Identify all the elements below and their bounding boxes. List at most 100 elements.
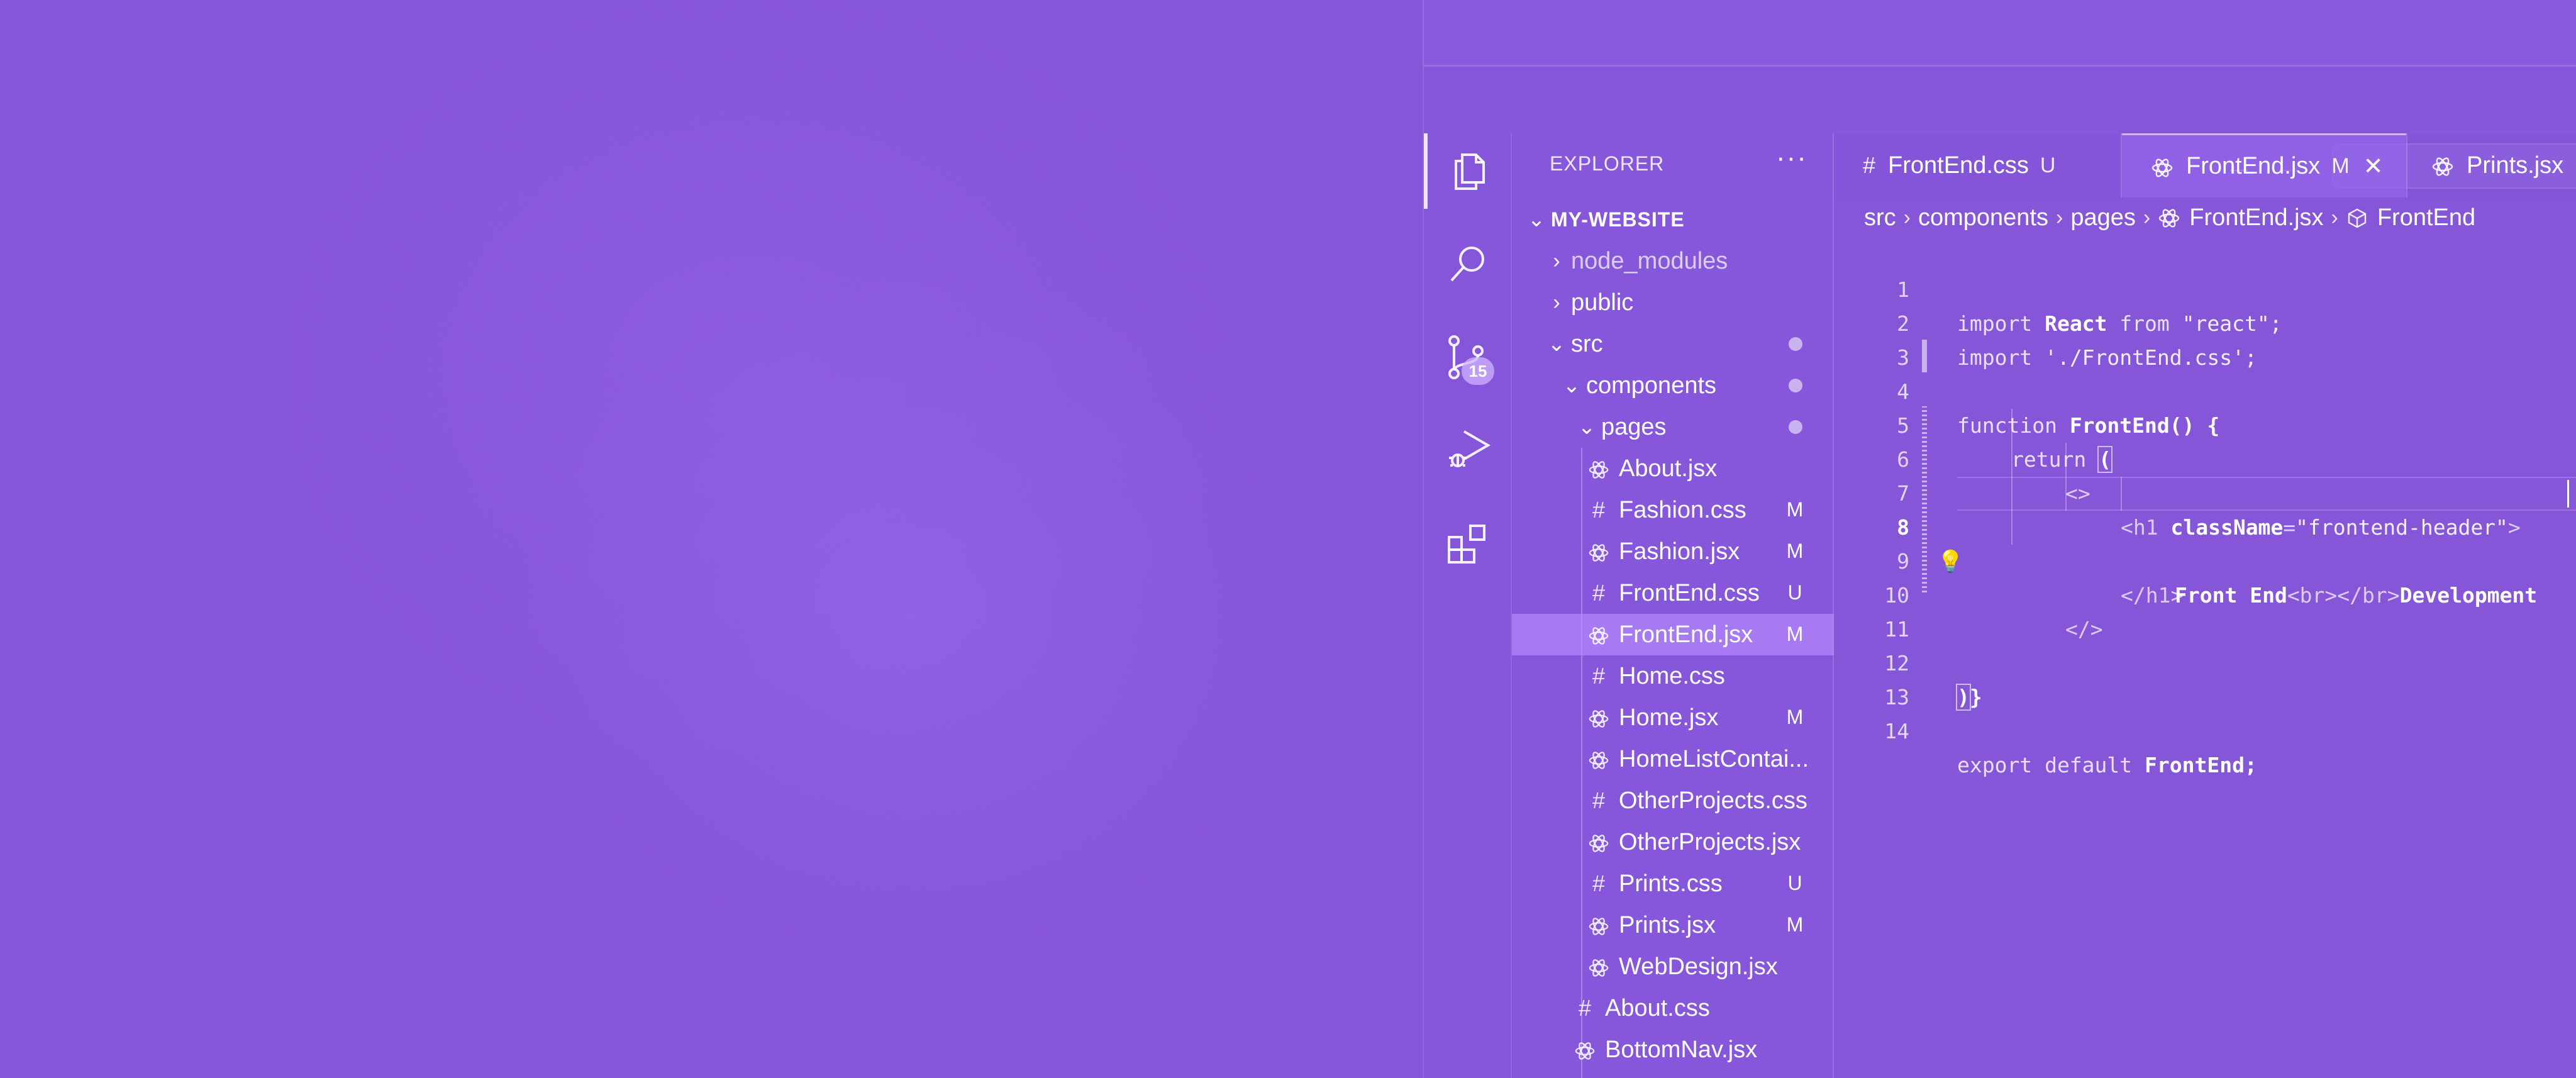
code-line: 1 import React from "react"; <box>1834 239 2576 336</box>
tree-item-label: Fashion.css <box>1619 496 1746 523</box>
code-line: 3 <box>1834 307 2576 370</box>
tree-item-label: BottomNav.jsx <box>1605 1036 1758 1063</box>
modified-dot <box>1789 337 1802 351</box>
tree-item-pages[interactable]: ⌄ pages <box>1512 406 1834 448</box>
tab-frontend-css[interactable]: # FrontEnd.css U <box>1834 133 2121 197</box>
code-line: 7 <h1 className="frontend-header"> <box>1834 443 2576 540</box>
chevron-right-icon: › <box>1553 248 1560 273</box>
tree-item-file[interactable]: # FrontEnd.css U <box>1512 572 1834 614</box>
code-line: 13 <box>1834 647 2576 709</box>
react-file-icon <box>1586 829 1611 855</box>
tree-item-public[interactable]: › public <box>1512 282 1834 323</box>
code-line: 9 </h1> <box>1834 511 2576 608</box>
search-icon <box>1450 247 1484 282</box>
git-status-badge: U <box>1787 872 1802 894</box>
tree-item-label: About.jsx <box>1619 455 1718 482</box>
tab-label: Prints.jsx <box>2467 152 2564 179</box>
breadcrumb-item[interactable]: FrontEnd <box>2377 204 2475 231</box>
tree-item-file[interactable]: OtherProjects.jsx <box>1512 821 1834 863</box>
vscode-window: ← → 15 <box>1423 0 2576 1078</box>
explorer-title: EXPLORER <box>1550 152 1665 175</box>
code-line: 8 💡 Front End<br></br>Development <box>1834 477 2576 608</box>
tree-item-label: FrontEnd.css <box>1619 579 1760 606</box>
tree-item-file[interactable]: # Home.css <box>1512 655 1834 697</box>
react-file-icon <box>1586 953 1611 980</box>
tree-item-label: src <box>1571 330 1603 357</box>
css-file-icon: # <box>1592 663 1606 689</box>
tree-item-components[interactable]: ⌄ components <box>1512 365 1834 406</box>
tree-item-file[interactable]: # Fashion.css M <box>1512 489 1834 531</box>
css-file-icon: # <box>1592 787 1606 813</box>
tree-item-file[interactable]: # Prints.css U <box>1512 863 1834 904</box>
css-file-icon: # <box>1592 870 1606 896</box>
modified-dot <box>1789 420 1802 434</box>
css-file-icon: # <box>1863 152 1876 178</box>
tree-item-label: Home.jsx <box>1619 704 1719 731</box>
git-status-badge: M <box>1786 540 1804 562</box>
chevron-right-icon: › <box>2331 205 2338 230</box>
extensions-activity-button[interactable] <box>1424 506 1512 581</box>
tree-item-file[interactable]: BottomNav.jsx <box>1512 1029 1834 1070</box>
more-actions-icon[interactable]: ··· <box>1776 142 1807 174</box>
code-line: 6 <> <box>1834 409 2576 506</box>
react-file-icon <box>1586 621 1611 648</box>
tree-item-label: public <box>1571 289 1634 316</box>
code-line: 5 return ( <box>1834 375 2576 473</box>
tree-root-my-website[interactable]: ⌄ MY-WEBSITE <box>1512 199 1834 240</box>
tree-item-file[interactable]: # About.css <box>1512 987 1834 1029</box>
react-file-icon <box>1586 455 1611 482</box>
close-icon[interactable]: ✕ <box>2363 152 2384 181</box>
css-file-icon: # <box>1592 497 1606 523</box>
css-file-icon: # <box>1578 995 1592 1021</box>
tree-item-label: components <box>1586 372 1717 399</box>
code-token: FrontEnd <box>2145 753 2245 777</box>
tree-item-src[interactable]: ⌄ src <box>1512 323 1834 365</box>
text-cursor <box>2567 480 2569 508</box>
code-line: 12 )} <box>1834 613 2576 711</box>
breadcrumb-item[interactable]: components <box>1918 204 2048 231</box>
chevron-down-icon: ⌄ <box>1547 332 1566 356</box>
run-debug-activity-button[interactable] <box>1424 413 1512 488</box>
tree-item-file[interactable]: HomeListContai... <box>1512 738 1834 780</box>
tree-item-label: Prints.jsx <box>1619 911 1716 938</box>
code-line: 10 </> <box>1834 545 2576 642</box>
tree-item-label: About.css <box>1605 994 1710 1021</box>
tree-item-file[interactable]: Home.jsx M <box>1512 697 1834 738</box>
git-status-badge: M <box>1786 913 1804 936</box>
tree-item-file[interactable]: Fashion.jsx M <box>1512 531 1834 572</box>
code-line: 11 <box>1834 579 2576 642</box>
search-activity-button[interactable] <box>1424 226 1512 302</box>
source-control-activity-button[interactable]: 15 <box>1424 320 1512 395</box>
files-icon <box>1455 153 1485 190</box>
tree-item-file[interactable]: FrontEnd.jsx M <box>1512 614 1834 655</box>
breadcrumb-item[interactable]: FrontEnd.jsx <box>2189 204 2323 231</box>
command-center-bar: ← → <box>1423 67 2576 189</box>
tab-frontend-jsx[interactable]: FrontEnd.jsx M ✕ <box>2122 133 2406 197</box>
breadcrumb-item[interactable]: src <box>1864 204 1896 231</box>
tree-root-label: MY-WEBSITE <box>1551 208 1685 231</box>
tree-item-file[interactable]: About.jsx <box>1512 448 1834 489</box>
explorer-activity-button[interactable] <box>1424 133 1512 209</box>
react-file-icon <box>2158 204 2180 231</box>
tree-item-file[interactable]: # OtherProjects.css <box>1512 780 1834 821</box>
tree-item-node-modules[interactable]: › node_modules <box>1512 240 1834 282</box>
extensions-icon <box>1448 525 1485 564</box>
run-debug-icon <box>1449 430 1491 467</box>
git-status-badge: U <box>1787 581 1802 604</box>
tree-item-file[interactable]: Prints.jsx M <box>1512 904 1834 946</box>
tree-item-label: OtherProjects.css <box>1619 787 1807 814</box>
tree-item-label: FrontEnd.jsx <box>1619 621 1753 648</box>
react-file-icon <box>1586 704 1611 731</box>
tab-prints-jsx[interactable]: Prints.jsx <box>2407 133 2576 197</box>
title-bar <box>1423 0 2576 67</box>
tree-item-label: Prints.css <box>1619 870 1723 897</box>
chevron-right-icon: › <box>2143 205 2151 230</box>
modified-dot <box>1789 379 1802 392</box>
git-status-badge: M <box>1786 706 1804 728</box>
tree-item-file[interactable]: WebDesign.jsx <box>1512 946 1834 987</box>
editor-area: # FrontEnd.css U FrontEnd.jsx M ✕ Prints… <box>1834 133 2576 1078</box>
breadcrumb-item[interactable]: pages <box>2070 204 2136 231</box>
chevron-down-icon: ⌄ <box>1562 374 1581 397</box>
tree-item-label: Fashion.jsx <box>1619 538 1740 565</box>
line-number: 14 <box>1884 719 1909 743</box>
